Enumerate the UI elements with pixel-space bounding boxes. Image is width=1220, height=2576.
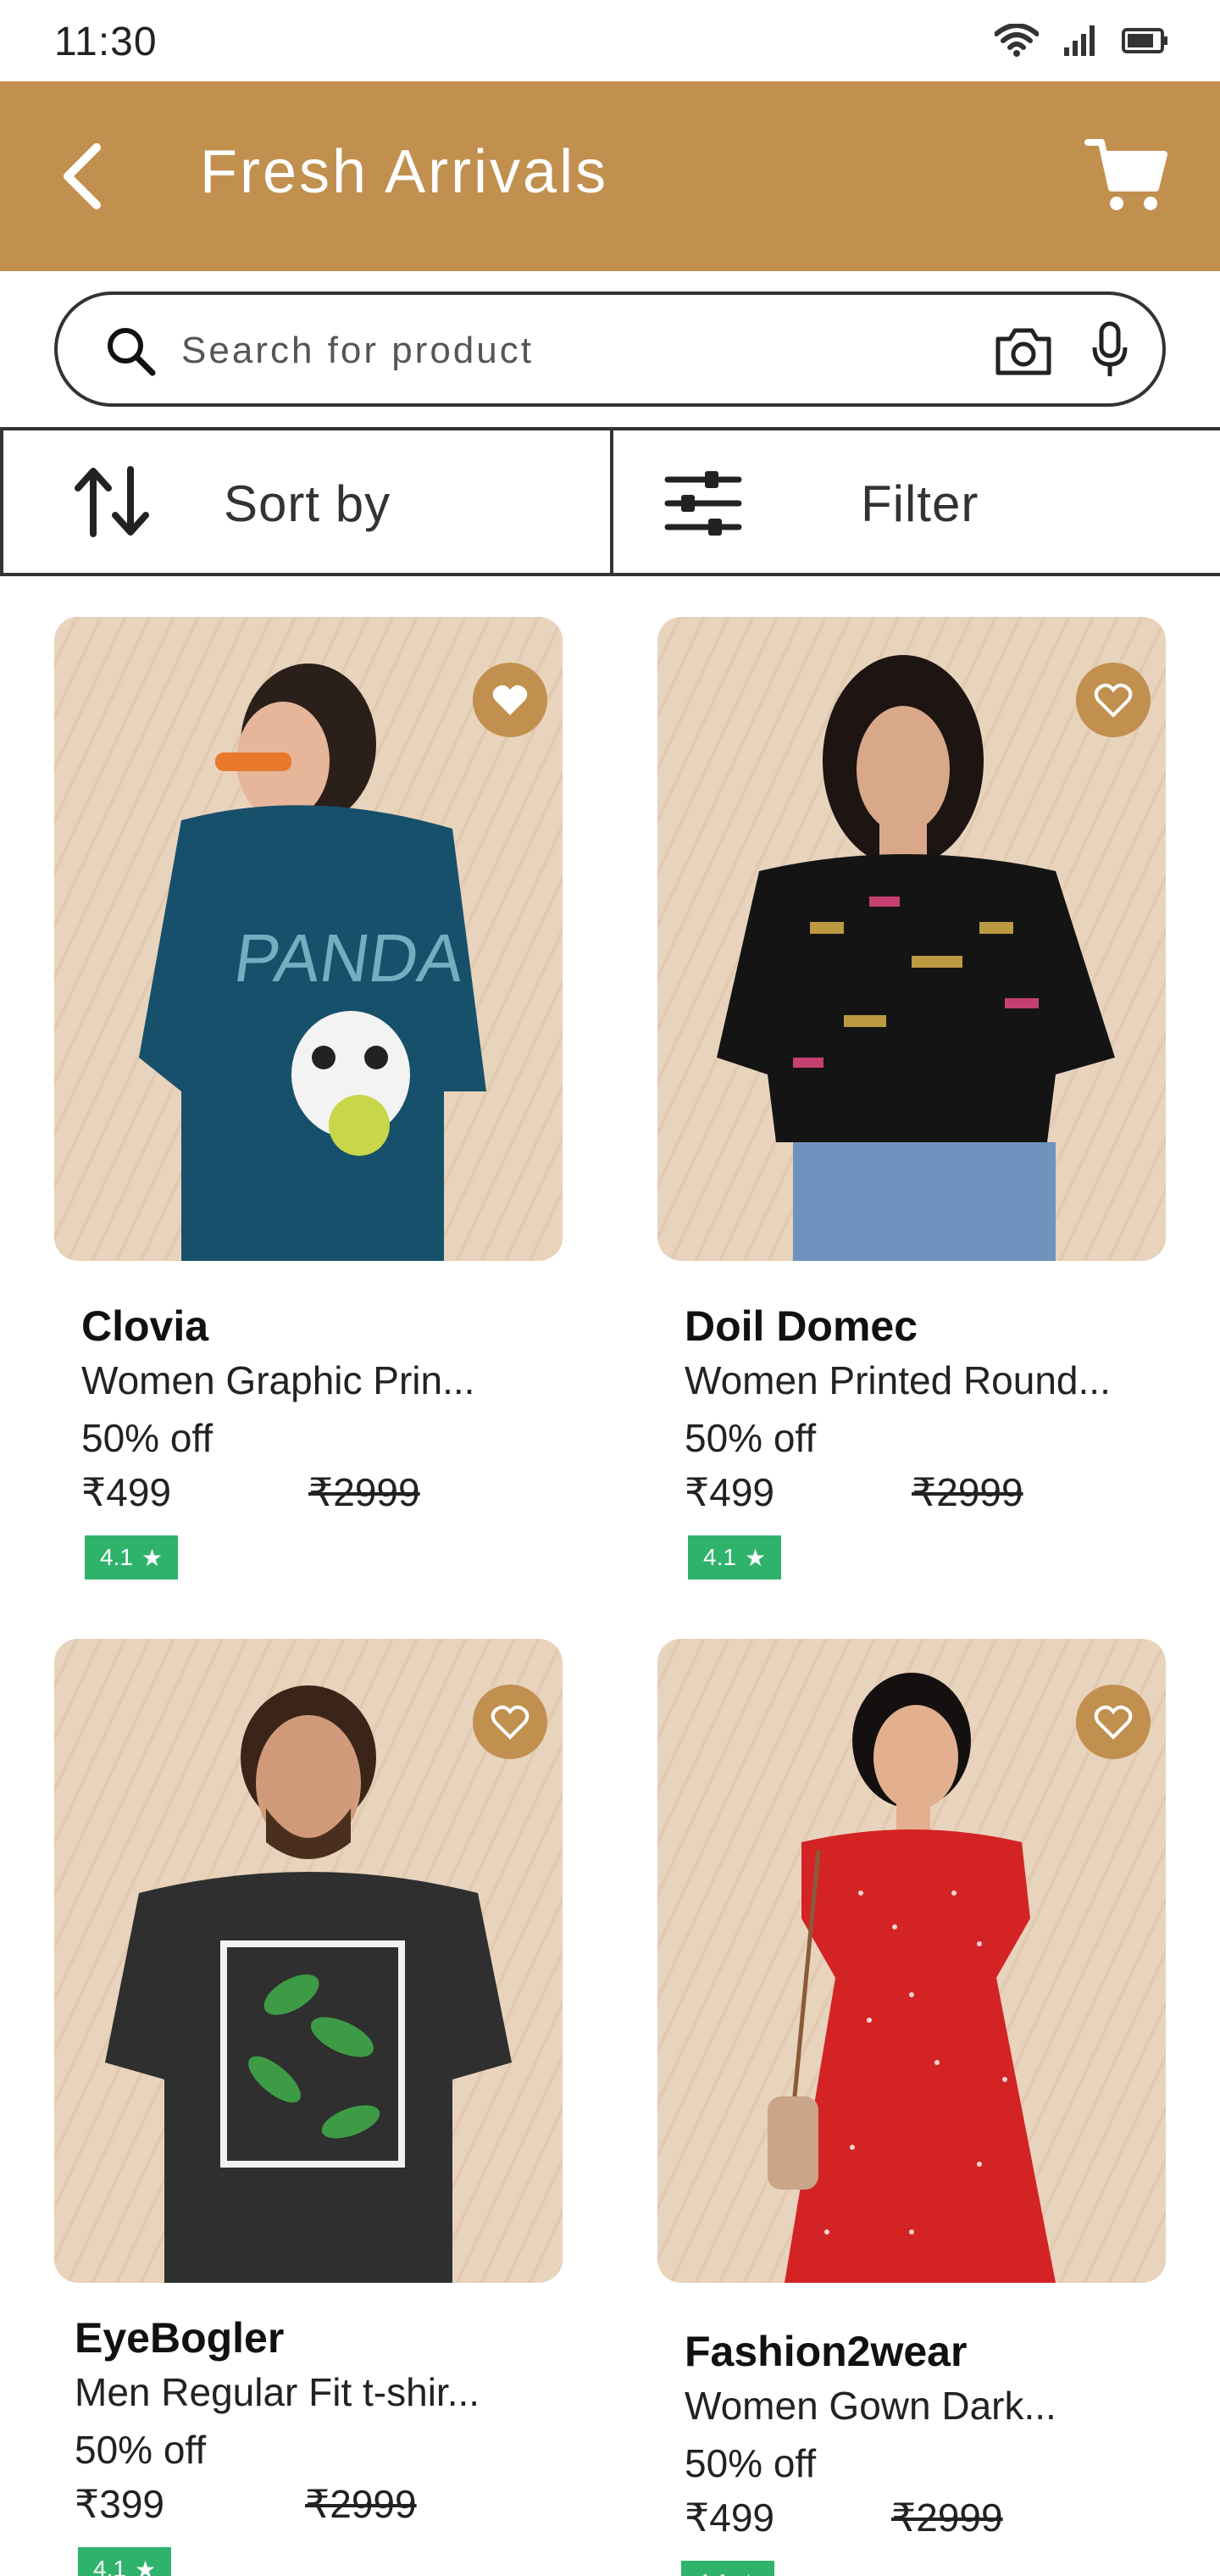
rating-badge: 4.1 ★ (688, 1535, 782, 1579)
rating-value: 4.1 (100, 1544, 133, 1570)
product-price: ₹499 (685, 1470, 775, 1514)
product-image[interactable]: PANDA (54, 617, 563, 1261)
product-price: ₹399 (75, 2482, 165, 2526)
star-icon: ★ (738, 2569, 759, 2576)
rating-badge: 4.1 ★ (85, 1535, 179, 1579)
product-mrp: ₹2999 (912, 1470, 1023, 1514)
wishlist-button[interactable] (1076, 663, 1151, 737)
cart-button[interactable] (1084, 132, 1169, 217)
heart-outline-icon (1094, 1705, 1133, 1740)
product-price: ₹499 (81, 1470, 172, 1514)
star-icon: ★ (134, 2556, 157, 2576)
star-icon: ★ (744, 1544, 767, 1571)
status-time: 11:30 (54, 19, 158, 64)
sort-button[interactable]: Sort by (0, 430, 613, 573)
product-mrp: ₹2999 (891, 2496, 1003, 2540)
rating-value: 4.1 (696, 2569, 729, 2576)
product-mrp: ₹2999 (305, 2482, 417, 2526)
product-price: ₹499 (685, 2496, 775, 2540)
product-name: Women Graphic Prin... (81, 1358, 475, 1402)
product-prices: ₹499 ₹2999 (657, 2495, 1166, 2545)
wifi-icon (995, 24, 1039, 57)
product-image[interactable] (657, 617, 1166, 1261)
product-discount: 50% off (81, 1416, 214, 1460)
search-input[interactable] (181, 320, 995, 381)
page-title: Fresh Arrivals (200, 138, 609, 206)
product-card[interactable]: PANDA Clovia Women Graphic Prin... 50% o… (54, 617, 563, 1579)
product-image[interactable] (657, 1639, 1166, 2283)
sort-filter-bar: Sort by Filter (0, 427, 1220, 576)
rating-value: 4.1 (703, 1544, 736, 1570)
product-prices: ₹499 ₹2999 (657, 1469, 1166, 1520)
product-image[interactable] (54, 1639, 563, 2283)
star-icon: ★ (141, 1544, 164, 1571)
status-icons (995, 24, 1169, 58)
product-brand: Fashion2wear (685, 2328, 968, 2375)
svg-text:PANDA: PANDA (230, 920, 469, 997)
product-card[interactable]: Doil Domec Women Printed Round... 50% of… (657, 617, 1166, 1579)
product-prices: ₹499 ₹2999 (54, 1469, 563, 1520)
filter-label: Filter (861, 475, 979, 532)
product-name: Women Gown Dark... (685, 2384, 1056, 2428)
product-card[interactable]: EyeBogler Men Regular Fit t-shir... 50% … (54, 1639, 563, 2576)
heart-filled-icon (492, 685, 528, 715)
product-brand: Clovia (81, 1302, 209, 1350)
product-brand: Doil Domec (685, 1302, 918, 1350)
status-bar: 11:30 (0, 0, 1220, 81)
product-name: Men Regular Fit t-shir... (75, 2370, 480, 2414)
product-brand: EyeBogler (75, 2314, 285, 2362)
product-prices: ₹399 ₹2999 (54, 2481, 563, 2532)
product-discount: 50% off (75, 2428, 207, 2472)
search-bar[interactable] (54, 291, 1166, 407)
chevron-left-icon (64, 143, 101, 209)
wishlist-button[interactable] (473, 663, 547, 737)
signal-icon (1064, 25, 1095, 56)
rating-badge: 4.1 ★ (78, 2547, 172, 2576)
sort-arrows-icon (75, 466, 149, 537)
rating-value: 4.1 (93, 2556, 126, 2576)
app-header: Fresh Arrivals (0, 81, 1220, 271)
search-icon (108, 328, 156, 376)
back-button[interactable] (47, 136, 129, 217)
cart-icon (1084, 139, 1167, 210)
product-mrp: ₹2999 (308, 1470, 420, 1514)
wishlist-button[interactable] (473, 1685, 547, 1759)
filter-sliders-icon (664, 471, 742, 536)
rating-badge: 4.1 ★ (681, 2561, 775, 2576)
heart-outline-icon (491, 1705, 530, 1740)
camera-icon[interactable] (993, 324, 1054, 378)
filter-button[interactable]: Filter (613, 430, 1220, 573)
sort-label: Sort by (224, 475, 391, 532)
heart-outline-icon (1094, 683, 1133, 718)
mic-icon[interactable] (1088, 320, 1132, 381)
product-card[interactable]: Fashion2wear Women Gown Dark... 50% off … (657, 1639, 1166, 2576)
wishlist-button[interactable] (1076, 1685, 1151, 1759)
product-discount: 50% off (685, 2441, 817, 2485)
product-discount: 50% off (685, 1416, 817, 1460)
product-name: Women Printed Round... (685, 1358, 1111, 1402)
battery-icon (1122, 28, 1167, 53)
